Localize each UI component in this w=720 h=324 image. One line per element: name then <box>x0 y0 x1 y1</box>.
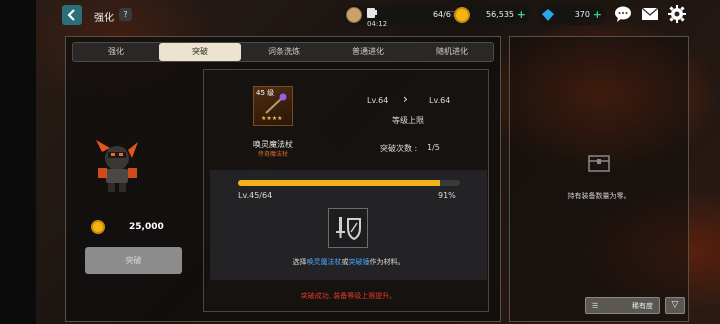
screen-edge <box>0 0 36 324</box>
inventory-empty-text: 持有装备数量为零。 <box>567 192 631 200</box>
level-cap-label: 等级上限 <box>392 116 424 125</box>
tab-reroll[interactable]: 词条洗炼 <box>243 43 325 61</box>
level-progress-bar <box>238 180 460 186</box>
progress-percent-text: 91% <box>438 191 456 200</box>
gem-value: 370 <box>574 10 590 19</box>
material-or: 或 <box>341 258 349 266</box>
level-cap-to: Lv.64 <box>429 96 451 105</box>
page-title: 强化 <box>94 13 114 24</box>
character-avatar <box>92 138 142 194</box>
chest-icon <box>587 150 611 174</box>
gold-coin-icon <box>91 220 105 234</box>
cost-value: 25,000 <box>129 222 164 232</box>
gold-resource: 56,535 + <box>452 5 530 25</box>
tab-bar: 强化 突破 词条洗炼 普通进化 随机进化 <box>72 42 494 62</box>
equipment-slot[interactable]: 45 级 ★★★★ <box>253 86 293 126</box>
sort-order-button[interactable]: ▽ <box>665 297 685 314</box>
material-staff-link: 唤灵魔法杖 <box>306 258 342 266</box>
gold-coin-icon <box>454 7 470 23</box>
list-icon: ☰ <box>592 302 599 310</box>
level-cap-from: Lv.64 <box>367 96 389 105</box>
help-button[interactable]: ? <box>119 8 132 21</box>
item-grade: 传奇魔法杖 <box>257 151 288 158</box>
stamina-icon <box>346 7 362 23</box>
material-prefix: 选择 <box>292 258 307 266</box>
breakthrough-result-text: 突破成功, 装备等级上限提升。 <box>300 292 397 300</box>
tab-enhance[interactable]: 强化 <box>75 43 157 61</box>
tab-breakthrough[interactable]: 突破 <box>159 43 241 61</box>
inventory-panel <box>509 36 689 322</box>
gem-icon <box>540 7 556 23</box>
item-stars: ★★★★ <box>261 115 283 122</box>
gold-value: 56,535 <box>486 10 514 19</box>
material-suffix: 作为材料。 <box>369 258 405 266</box>
stamina-timer: 04:12 <box>367 20 388 28</box>
progress-level-text: Lv.45/64 <box>238 191 273 200</box>
sort-rarity-label: 稀有度 <box>632 302 653 310</box>
magic-staff-icon <box>265 93 287 114</box>
gold-plus-button[interactable]: + <box>517 8 526 21</box>
material-instruction: 选择唤灵魔法杖或突破锤作为材料。 <box>210 257 487 267</box>
back-button[interactable] <box>62 5 82 25</box>
settings-gear-icon[interactable] <box>668 5 686 23</box>
sort-rarity-button[interactable]: ☰ 稀有度 <box>585 297 660 314</box>
level-progress-fill <box>238 180 441 186</box>
mail-icon[interactable] <box>641 5 659 23</box>
tab-normal-evolve[interactable]: 普通进化 <box>327 43 409 61</box>
tab-random-evolve[interactable]: 随机进化 <box>411 43 493 61</box>
chevron-right-icon: › <box>403 92 408 106</box>
material-slot[interactable] <box>328 208 368 248</box>
chevron-left-icon <box>67 9 75 21</box>
gem-plus-button[interactable]: + <box>593 8 602 21</box>
cup-icon <box>366 5 378 19</box>
sword-shield-icon <box>336 217 361 241</box>
chat-icon[interactable] <box>614 5 632 23</box>
breakthrough-button[interactable]: 突破 <box>85 247 182 274</box>
material-hammer-link: 突破锤 <box>348 258 370 266</box>
gem-resource: 370 + <box>538 5 606 25</box>
breakthrough-count-label: 突破次数 : <box>380 144 418 153</box>
breakthrough-count-value: 1/5 <box>427 143 440 152</box>
